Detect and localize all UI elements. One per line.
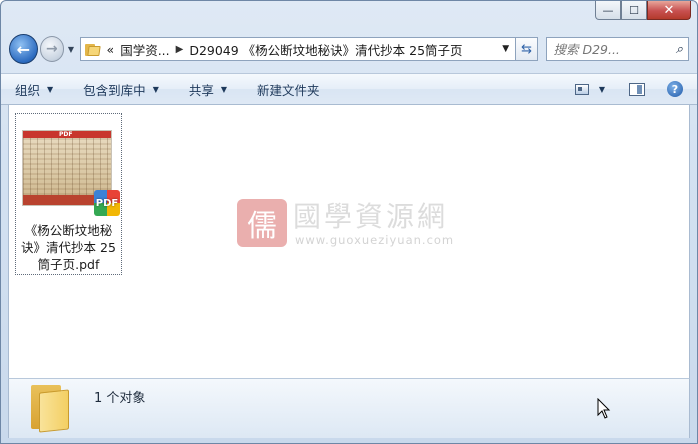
watermark-logo-icon: 儒 (237, 199, 287, 247)
new-folder-button[interactable]: 新建文件夹 (257, 80, 320, 99)
help-button[interactable]: ? (667, 81, 683, 97)
search-icon[interactable]: ⌕ (676, 42, 683, 57)
share-menu[interactable]: 共享 ▼ (189, 80, 227, 99)
share-label: 共享 (188, 82, 214, 98)
file-item[interactable]: PDF PDF 《杨公断坟地秘诀》清代抄本 25筒子页.pdf (15, 113, 122, 275)
breadcrumb-separator-icon[interactable]: ▶ (176, 44, 184, 55)
maximize-button[interactable]: ☐ (621, 1, 647, 20)
chevron-down-icon: ▼ (220, 84, 228, 94)
command-bar: 组织 ▼ 包含到库中 ▼ 共享 ▼ 新建文件夹 ▼ ? (1, 73, 697, 105)
minimize-button[interactable]: — (595, 1, 621, 20)
watermark-url: www.guoxueziyuan.com (295, 233, 455, 247)
address-bar[interactable]: « 国学资... ▶ D29049 《杨公断坟地秘诀》清代抄本 25筒子页 ▼ (79, 37, 516, 61)
caption-buttons: — ☐ ✕ (595, 1, 691, 21)
chevron-down-icon: ▼ (67, 44, 74, 54)
details-pane: 1 个对象 (8, 378, 690, 438)
chevron-down-icon: ▼ (598, 84, 605, 94)
search-input[interactable] (553, 41, 664, 57)
organize-label: 组织 (15, 82, 41, 98)
breadcrumb-item-current[interactable]: D29049 《杨公断坟地秘诀》清代抄本 25筒子页 (189, 40, 462, 59)
forward-button[interactable]: → (39, 36, 65, 62)
new-folder-label: 新建文件夹 (257, 82, 320, 98)
view-icon (574, 83, 589, 95)
arrow-right-icon: → (46, 41, 58, 57)
arrow-left-icon: ← (16, 39, 30, 59)
mouse-cursor-icon (597, 398, 611, 419)
back-button[interactable]: ← (9, 34, 38, 64)
recent-pages-dropdown[interactable]: ▼ (64, 39, 77, 59)
chevron-down-icon: ▼ (47, 84, 54, 94)
file-name: 《杨公断坟地秘诀》清代抄本 25筒子页.pdf (21, 223, 116, 272)
folder-icon (31, 385, 71, 433)
chevron-down-icon: ▼ (152, 84, 159, 94)
chevron-down-icon: ▼ (502, 44, 510, 54)
navigation-row: ← → ▼ « 国学资... ▶ D29049 《杨公断坟地秘诀》清代抄本 25… (9, 31, 689, 67)
preview-pane-button[interactable] (629, 82, 645, 96)
refresh-button[interactable]: ⇆ (515, 37, 539, 61)
item-count: 1 个对象 (94, 391, 146, 406)
watermark-title: 國學資源網 (293, 200, 449, 233)
include-in-library-menu[interactable]: 包含到库中 ▼ (83, 80, 159, 99)
refresh-icon: ⇆ (521, 41, 533, 57)
explorer-window: — ☐ ✕ ← → ▼ « 国学资... ▶ D29049 《杨公断坟地秘诀》清… (0, 0, 698, 444)
file-list-area[interactable]: PDF PDF 《杨公断坟地秘诀》清代抄本 25筒子页.pdf 儒 國學資源網 … (8, 105, 690, 378)
toolbar-right: ▼ ? (574, 81, 697, 97)
organize-menu[interactable]: 组织 ▼ (15, 80, 53, 99)
include-in-library-label: 包含到库中 (83, 82, 146, 98)
watermark: 儒 國學資源網 www.guoxueziyuan.com (237, 195, 477, 255)
breadcrumb-overflow[interactable]: « (107, 42, 115, 57)
address-dropdown[interactable]: ▼ (497, 38, 515, 60)
search-box[interactable]: ⌕ (546, 37, 689, 61)
pdf-file-icon: PDF (94, 190, 120, 216)
change-view-button[interactable]: ▼ (574, 83, 605, 95)
thumbnail-tag: PDF (59, 131, 73, 138)
breadcrumb-item-root[interactable]: 国学资... (120, 40, 169, 59)
folder-icon (84, 43, 101, 56)
close-button[interactable]: ✕ (647, 1, 691, 20)
